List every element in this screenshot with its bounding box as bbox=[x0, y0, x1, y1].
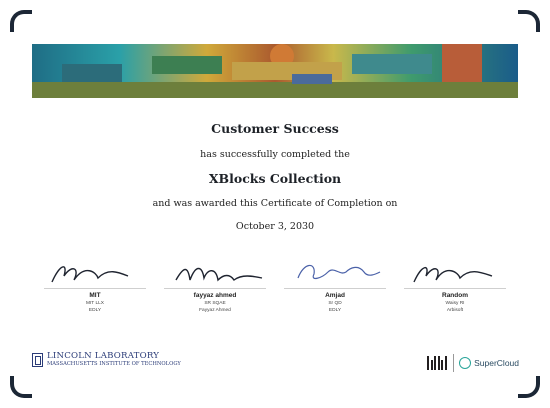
signatory-name: Amjad bbox=[325, 292, 345, 299]
lincoln-laboratory-icon bbox=[32, 353, 43, 367]
signatory: Random Waisy RI Arbisoft bbox=[400, 254, 510, 324]
signatories: MIT MIT LLX EDLY fayyaz ahmed SR SQAE Fa… bbox=[40, 254, 510, 324]
signatory-name: Random bbox=[442, 292, 468, 299]
signature-line bbox=[284, 288, 386, 289]
certificate-frame: Customer Success has successfully comple… bbox=[0, 0, 550, 408]
signature-image bbox=[280, 254, 390, 288]
award-text: and was awarded this Certificate of Comp… bbox=[152, 198, 398, 209]
signature-line bbox=[404, 288, 506, 289]
lincoln-title: LINCOLN LABORATORY bbox=[47, 351, 160, 361]
signatory-org: EDLY bbox=[328, 308, 342, 313]
partner-logos: SuperCloud bbox=[427, 354, 519, 372]
corner-decoration bbox=[10, 10, 32, 32]
signature-image bbox=[40, 254, 150, 288]
signatory: MIT MIT LLX EDLY bbox=[40, 254, 150, 324]
signatory-role: SR SQAE bbox=[204, 301, 226, 306]
signature-line bbox=[44, 288, 146, 289]
signatory-role: Waisy RI bbox=[445, 301, 465, 306]
corner-decoration bbox=[518, 376, 540, 398]
signatory: fayyaz ahmed SR SQAE Fayyaz Ahmed bbox=[160, 254, 270, 324]
signatory-org: EDLY bbox=[88, 308, 102, 313]
recipient-name: Customer Success bbox=[211, 121, 339, 136]
lincoln-laboratory-logo: LINCOLN LABORATORY MASSACHUSETTS INSTITU… bbox=[32, 352, 181, 368]
signatory-org: Arbisoft bbox=[446, 308, 464, 313]
course-title: XBlocks Collection bbox=[208, 171, 342, 186]
signature-image bbox=[400, 254, 510, 288]
signature-image bbox=[160, 254, 270, 288]
supercloud-label: SuperCloud bbox=[474, 358, 519, 368]
signatory: Amjad Sr QD EDLY bbox=[280, 254, 390, 324]
signatory-role: Sr QD bbox=[328, 301, 342, 306]
completion-date: October 3, 2030 bbox=[235, 221, 315, 232]
campus-banner-image bbox=[32, 44, 518, 98]
completion-text: has successfully completed the bbox=[200, 149, 350, 160]
supercloud-icon bbox=[459, 357, 472, 369]
lincoln-subtitle: MASSACHUSETTS INSTITUTE OF TECHNOLOGY bbox=[47, 361, 181, 367]
signature-line bbox=[164, 288, 266, 289]
corner-decoration bbox=[518, 10, 540, 32]
signatory-role: MIT LLX bbox=[85, 301, 105, 306]
signatory-org: Fayyaz Ahmed bbox=[199, 308, 231, 313]
signatory-name: MIT bbox=[89, 292, 101, 299]
mit-logo-icon bbox=[427, 356, 448, 370]
signatory-name: fayyaz ahmed bbox=[193, 292, 237, 299]
logo-divider bbox=[453, 354, 455, 372]
corner-decoration bbox=[10, 376, 32, 398]
